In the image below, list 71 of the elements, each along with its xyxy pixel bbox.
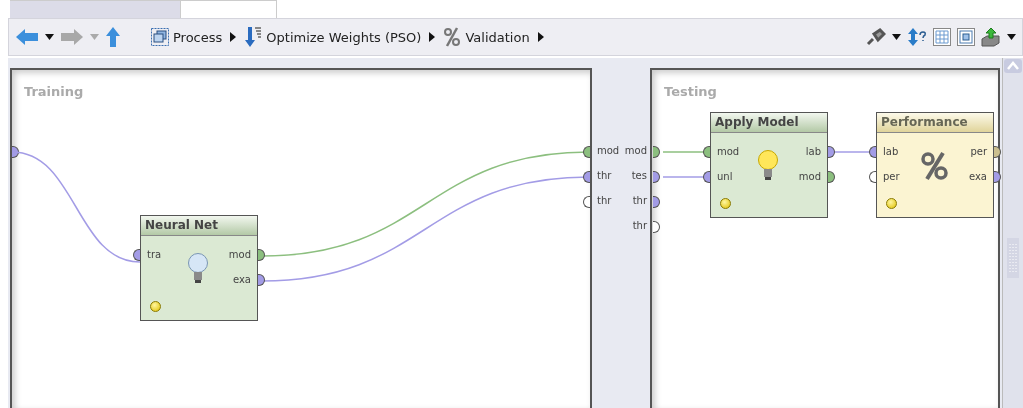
port-connector[interactable] (258, 274, 265, 286)
port-connector[interactable] (258, 249, 265, 261)
status-light-icon (150, 301, 161, 312)
port-label: exa (968, 171, 987, 182)
port-connector[interactable] (583, 146, 590, 158)
status-light-icon (720, 198, 731, 209)
port-connector[interactable] (869, 171, 876, 183)
port-label: mod (717, 146, 740, 157)
operator-node[interactable]: Performance lab per per exa (876, 112, 994, 218)
port-label: thr (632, 220, 647, 231)
port-connector[interactable] (828, 146, 835, 158)
port-connector[interactable] (828, 171, 835, 183)
port-label: mod (228, 249, 251, 260)
breadcrumb-link[interactable]: Process (149, 26, 225, 48)
operator-title: Performance (877, 113, 993, 133)
breadcrumb-arrow-icon (429, 32, 436, 42)
dropdown-caret-icon[interactable] (1007, 34, 1016, 40)
port-label: thr (597, 195, 612, 206)
port-connector[interactable] (12, 146, 19, 158)
fit-icon[interactable] (957, 28, 975, 46)
panel-title: Testing (664, 84, 717, 99)
window-stack-icon (151, 28, 169, 46)
port-label: mod (597, 145, 620, 156)
port-label: lab (883, 146, 899, 157)
port-connector[interactable] (583, 171, 590, 183)
port-connector[interactable] (653, 196, 660, 208)
dropdown-caret-icon[interactable] (892, 34, 901, 40)
panel-title: Training (24, 84, 84, 99)
breadcrumb-arrow-icon (537, 32, 544, 42)
grid-icon[interactable] (933, 28, 951, 46)
port-connector[interactable] (653, 221, 660, 233)
printer-export-icon[interactable] (981, 27, 1001, 47)
status-light-icon (886, 198, 897, 209)
port-connector[interactable] (703, 171, 710, 183)
port-label: tes (631, 170, 647, 181)
scrollbar[interactable] (1002, 58, 1023, 408)
operator-title: Neural Net (141, 216, 257, 236)
port-label: per (970, 146, 987, 157)
port-label: unl (717, 171, 733, 182)
port-label: exa (232, 274, 251, 285)
operator-node[interactable]: Neural Net tra mod exa (140, 215, 258, 321)
port-label: per (883, 171, 900, 182)
operator-node[interactable]: Apply Model mod unl lab mod (710, 112, 828, 218)
port-connector[interactable] (653, 146, 660, 158)
back-arrow-icon[interactable] (15, 28, 39, 46)
down-arrow-list-icon (244, 26, 263, 48)
port-connector[interactable] (869, 146, 876, 158)
plug-icon[interactable] (866, 28, 886, 46)
up-arrow-icon[interactable] (105, 26, 121, 48)
percent-icon (921, 151, 949, 181)
port-connector[interactable] (583, 196, 590, 208)
operator-title: Apply Model (711, 113, 827, 133)
port-label: mod (624, 145, 647, 156)
lightbulb-icon (757, 149, 779, 183)
breadcrumb-link[interactable]: Validation (441, 25, 532, 49)
port-label: tra (147, 249, 162, 260)
port-connector[interactable] (653, 171, 660, 183)
port-connector[interactable] (994, 146, 1001, 158)
port-label: lab (805, 146, 821, 157)
port-label: thr (597, 170, 612, 181)
lightbulb-icon (187, 252, 209, 286)
breadcrumb-link[interactable]: Optimize Weights (PSO) (242, 24, 424, 50)
port-label: thr (632, 195, 647, 206)
port-connector[interactable] (703, 146, 710, 158)
port-connector[interactable] (994, 171, 1001, 183)
port-connector[interactable] (133, 249, 140, 261)
dropdown-caret-icon[interactable] (45, 34, 54, 40)
breadcrumb-arrow-icon (230, 32, 237, 42)
port-label: mod (798, 171, 821, 182)
percent-icon (443, 27, 462, 47)
up-down-help-icon[interactable] (907, 27, 927, 47)
